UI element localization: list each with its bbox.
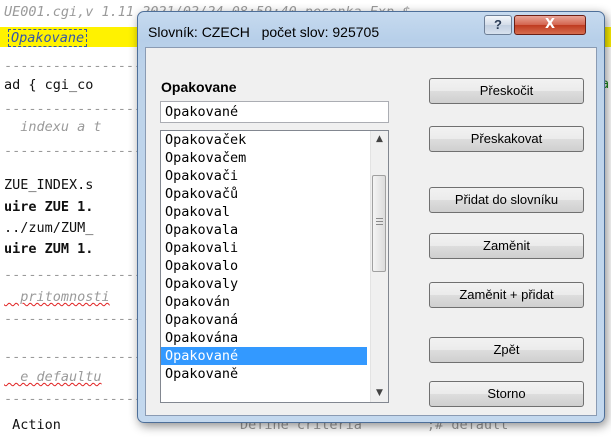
scroll-up-icon[interactable]: ▲ bbox=[371, 131, 388, 148]
replacement-input[interactable] bbox=[160, 101, 389, 123]
suggestion-item[interactable]: Opakován bbox=[161, 293, 367, 311]
suggestion-item[interactable]: Opakovali bbox=[161, 239, 367, 257]
code-line-13: pritomnosti bbox=[4, 289, 110, 305]
scroll-down-icon[interactable]: ▼ bbox=[371, 385, 388, 402]
misspelled-word-highlight[interactable]: Opakovane bbox=[8, 29, 88, 47]
skip-button[interactable]: Přeskočit bbox=[429, 78, 584, 104]
replace-button-label: Zaměnit bbox=[483, 238, 530, 253]
suggestion-item[interactable]: Opakována bbox=[161, 329, 367, 347]
code-line-6: indexu a t bbox=[4, 119, 102, 135]
suggestion-item[interactable]: Opakoval bbox=[161, 203, 367, 221]
code-line-20: Action bbox=[4, 417, 61, 433]
code-line-4: ad { cgi_co bbox=[4, 77, 94, 93]
skip-all-button[interactable]: Přeskakovat bbox=[429, 126, 584, 152]
spellcheck-dialog: Slovník: CZECH počet slov: 925705 ? X Op… bbox=[137, 11, 605, 423]
add-to-dictionary-label: Přidat do slovníku bbox=[454, 192, 559, 207]
suggestion-item[interactable]: Opakovaná bbox=[161, 311, 367, 329]
help-button[interactable]: ? bbox=[484, 15, 512, 35]
cancel-button-label: Storno bbox=[487, 386, 526, 401]
replace-and-add-button[interactable]: Zaměnit + přidat bbox=[429, 282, 584, 308]
close-button[interactable]: X bbox=[514, 15, 586, 35]
code-line-10: ../zum/ZUM_ bbox=[4, 220, 94, 236]
suggestion-item[interactable]: Opakované bbox=[161, 347, 367, 365]
code-line-17: e defaultu bbox=[4, 369, 102, 385]
replace-button[interactable]: Zaměnit bbox=[429, 233, 584, 259]
back-button-label: Zpět bbox=[493, 342, 520, 357]
suggestion-item[interactable]: Opakovalo bbox=[161, 257, 367, 275]
scroll-thumb[interactable] bbox=[372, 175, 386, 272]
add-to-dictionary-button[interactable]: Přidat do slovníku bbox=[429, 187, 584, 213]
back-button[interactable]: Zpět bbox=[429, 337, 584, 363]
dialog-titlebar[interactable]: Slovník: CZECH počet slov: 925705 ? X bbox=[138, 12, 604, 48]
thumb-grip-line bbox=[376, 221, 383, 222]
thumb-grip-line bbox=[376, 218, 383, 219]
suggestions-list[interactable]: Opakovaček Opakovačem Opakovači Opakovačů Op… bbox=[160, 130, 389, 403]
suggestion-item[interactable]: Opakovaček bbox=[161, 131, 367, 149]
replace-and-add-label: Zaměnit + přidat bbox=[459, 287, 554, 302]
dialog-body: Opakovane OpakovačekOpakovačemOpakovačiO… bbox=[145, 47, 597, 416]
suggestion-item[interactable]: Opakovači bbox=[161, 167, 367, 185]
cancel-button[interactable]: Storno bbox=[429, 381, 584, 407]
suggestion-item[interactable]: Opakovala bbox=[161, 221, 367, 239]
code-line-8: ZUE_INDEX.s bbox=[4, 177, 94, 193]
skip-all-button-label: Přeskakovat bbox=[470, 131, 543, 146]
suggestion-item[interactable]: Opakovačem bbox=[161, 149, 367, 167]
skip-button-label: Přeskočit bbox=[479, 83, 534, 98]
unknown-word-label: Opakovane bbox=[161, 79, 237, 95]
thumb-grip-line bbox=[376, 224, 383, 225]
suggestions-scrollbar[interactable]: ▲ ▼ bbox=[370, 131, 388, 402]
suggestion-item[interactable]: Opakovaně bbox=[161, 365, 367, 383]
suggestions-items: Opakovaček Opakovačem Opakovači Opakovačů Op… bbox=[161, 131, 367, 383]
dialog-title: Slovník: CZECH počet slov: 925705 bbox=[148, 24, 380, 40]
code-line-11: uire ZUM 1. bbox=[4, 241, 94, 257]
code-line-9: uire ZUE 1. bbox=[4, 199, 94, 215]
suggestion-item[interactable]: Opakovaly bbox=[161, 275, 367, 293]
suggestion-item[interactable]: Opakovačů bbox=[161, 185, 367, 203]
